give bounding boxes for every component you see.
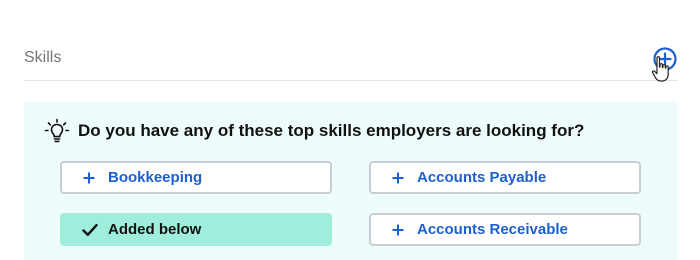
- suggestion-prompt: Do you have any of these top skills empl…: [44, 118, 584, 144]
- add-skill-bookkeeping-button[interactable]: Bookkeeping: [60, 161, 332, 194]
- plus-circle-icon: [652, 46, 678, 72]
- plus-icon: [82, 171, 96, 185]
- add-skill-button[interactable]: [652, 46, 678, 72]
- skills-section-header: Skills: [24, 40, 678, 81]
- suggestion-prompt-text: Do you have any of these top skills empl…: [78, 121, 585, 140]
- plus-icon: [391, 171, 405, 185]
- suggested-skills-panel: Do you have any of these top skills empl…: [24, 101, 678, 260]
- lightbulb-icon: [44, 118, 70, 144]
- section-title: Skills: [24, 49, 62, 66]
- skill-label: Bookkeeping: [108, 169, 203, 186]
- checkmark-icon: [82, 223, 98, 237]
- add-skill-accounts-receivable-button[interactable]: Accounts Receivable: [369, 213, 641, 246]
- skill-added-button[interactable]: Added below: [60, 213, 332, 246]
- skill-label: Added below: [108, 221, 202, 238]
- skills-page: Skills Do you have any of these top skil…: [0, 0, 700, 260]
- plus-icon: [391, 223, 405, 237]
- add-skill-accounts-payable-button[interactable]: Accounts Payable: [369, 161, 641, 194]
- skill-label: Accounts Receivable: [417, 221, 568, 238]
- skill-label: Accounts Payable: [417, 169, 547, 186]
